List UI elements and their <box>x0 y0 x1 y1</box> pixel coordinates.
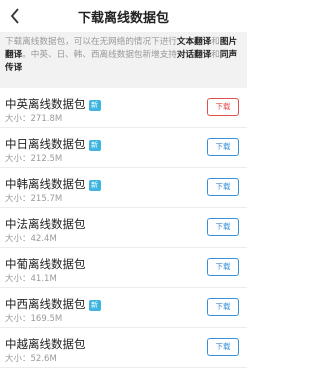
list-item: 中法离线数据包 大小：42.4M 下载 <box>0 208 247 248</box>
notice-text-2: 和 <box>211 37 220 47</box>
package-name-text: 中法离线数据包 <box>5 217 86 231</box>
size-value: 271.8M <box>30 114 63 124</box>
package-name-text: 中葡离线数据包 <box>5 257 86 271</box>
top-bar: 下载离线数据包 <box>0 0 247 32</box>
list-item: 中日离线数据包新大小：212.5M 下载 <box>0 128 247 168</box>
size-label: 大小： <box>5 194 31 204</box>
notice-highlight-text-translation: 文本翻译 <box>176 37 212 47</box>
list-item: 中葡离线数据包 大小：41.1M 下载 <box>0 248 247 288</box>
list-item: 中韩离线数据包新大小：215.7M 下载 <box>0 168 247 208</box>
download-button[interactable]: 下载 <box>207 98 239 116</box>
size-value: 212.5M <box>30 154 63 164</box>
download-button[interactable]: 下载 <box>207 138 239 156</box>
notice-highlight-dialog-translation: 对话翻译 <box>176 50 212 60</box>
notice-text-3: 。中英、日、韩、西离线数据包新增支持 <box>22 50 177 60</box>
package-name: 中葡离线数据包 <box>5 256 86 272</box>
package-size: 大小：212.5M <box>5 152 62 164</box>
size-value: 215.7M <box>30 194 63 204</box>
package-name-text: 中韩离线数据包 <box>5 177 86 191</box>
size-value: 52.6M <box>30 354 57 364</box>
package-name: 中西离线数据包新 <box>5 296 101 312</box>
package-size: 大小：41.1M <box>5 272 57 284</box>
list-item: 中越离线数据包 大小：52.6M 下载 <box>0 328 247 368</box>
package-name-text: 中日离线数据包 <box>5 137 86 151</box>
package-size: 大小：42.4M <box>5 232 57 244</box>
size-label: 大小： <box>5 314 31 324</box>
package-size: 大小：52.6M <box>5 352 57 364</box>
new-badge: 新 <box>88 180 101 191</box>
new-badge: 新 <box>88 140 101 151</box>
package-size: 大小：215.7M <box>5 192 62 204</box>
package-name: 中法离线数据包 <box>5 216 86 232</box>
package-name: 中英离线数据包新 <box>5 96 101 112</box>
package-name-text: 中英离线数据包 <box>5 97 86 111</box>
download-button[interactable]: 下载 <box>207 258 239 276</box>
package-name: 中韩离线数据包新 <box>5 176 101 192</box>
notice-text-1: 下载离线数据包，可以在无网络的情况下进行 <box>5 37 177 47</box>
size-value: 42.4M <box>30 234 57 244</box>
page-title: 下载离线数据包 <box>77 11 169 26</box>
download-button[interactable]: 下载 <box>207 218 239 236</box>
package-name: 中越离线数据包 <box>5 336 86 352</box>
size-value: 169.5M <box>30 314 63 324</box>
download-button[interactable]: 下载 <box>207 338 239 356</box>
package-name: 中日离线数据包新 <box>5 136 101 152</box>
package-size: 大小：271.8M <box>5 112 62 124</box>
download-button[interactable]: 下载 <box>207 298 239 316</box>
notice-text-4: 和 <box>211 50 220 60</box>
list-item: 中西离线数据包新大小：169.5M 下载 <box>0 288 247 328</box>
new-badge: 新 <box>88 300 101 311</box>
size-label: 大小： <box>5 114 31 124</box>
size-label: 大小： <box>5 354 31 364</box>
size-label: 大小： <box>5 154 31 164</box>
new-badge: 新 <box>88 100 101 111</box>
package-name-text: 中西离线数据包 <box>5 297 86 311</box>
package-name-text: 中越离线数据包 <box>5 337 86 351</box>
download-button[interactable]: 下载 <box>207 178 239 196</box>
size-label: 大小： <box>5 234 31 244</box>
size-value: 41.1M <box>30 274 57 284</box>
size-label: 大小： <box>5 274 31 284</box>
package-size: 大小：169.5M <box>5 312 62 324</box>
list-item: 中英离线数据包新大小：271.8M 下载 <box>0 88 247 128</box>
package-list: 中英离线数据包新大小：271.8M 下载 中日离线数据包新大小：212.5M 下载 中韩… <box>0 88 247 368</box>
info-notice: 下载离线数据包，可以在无网络的情况下进行文本翻译和图片翻译。中英、日、韩、西离线… <box>0 32 247 88</box>
